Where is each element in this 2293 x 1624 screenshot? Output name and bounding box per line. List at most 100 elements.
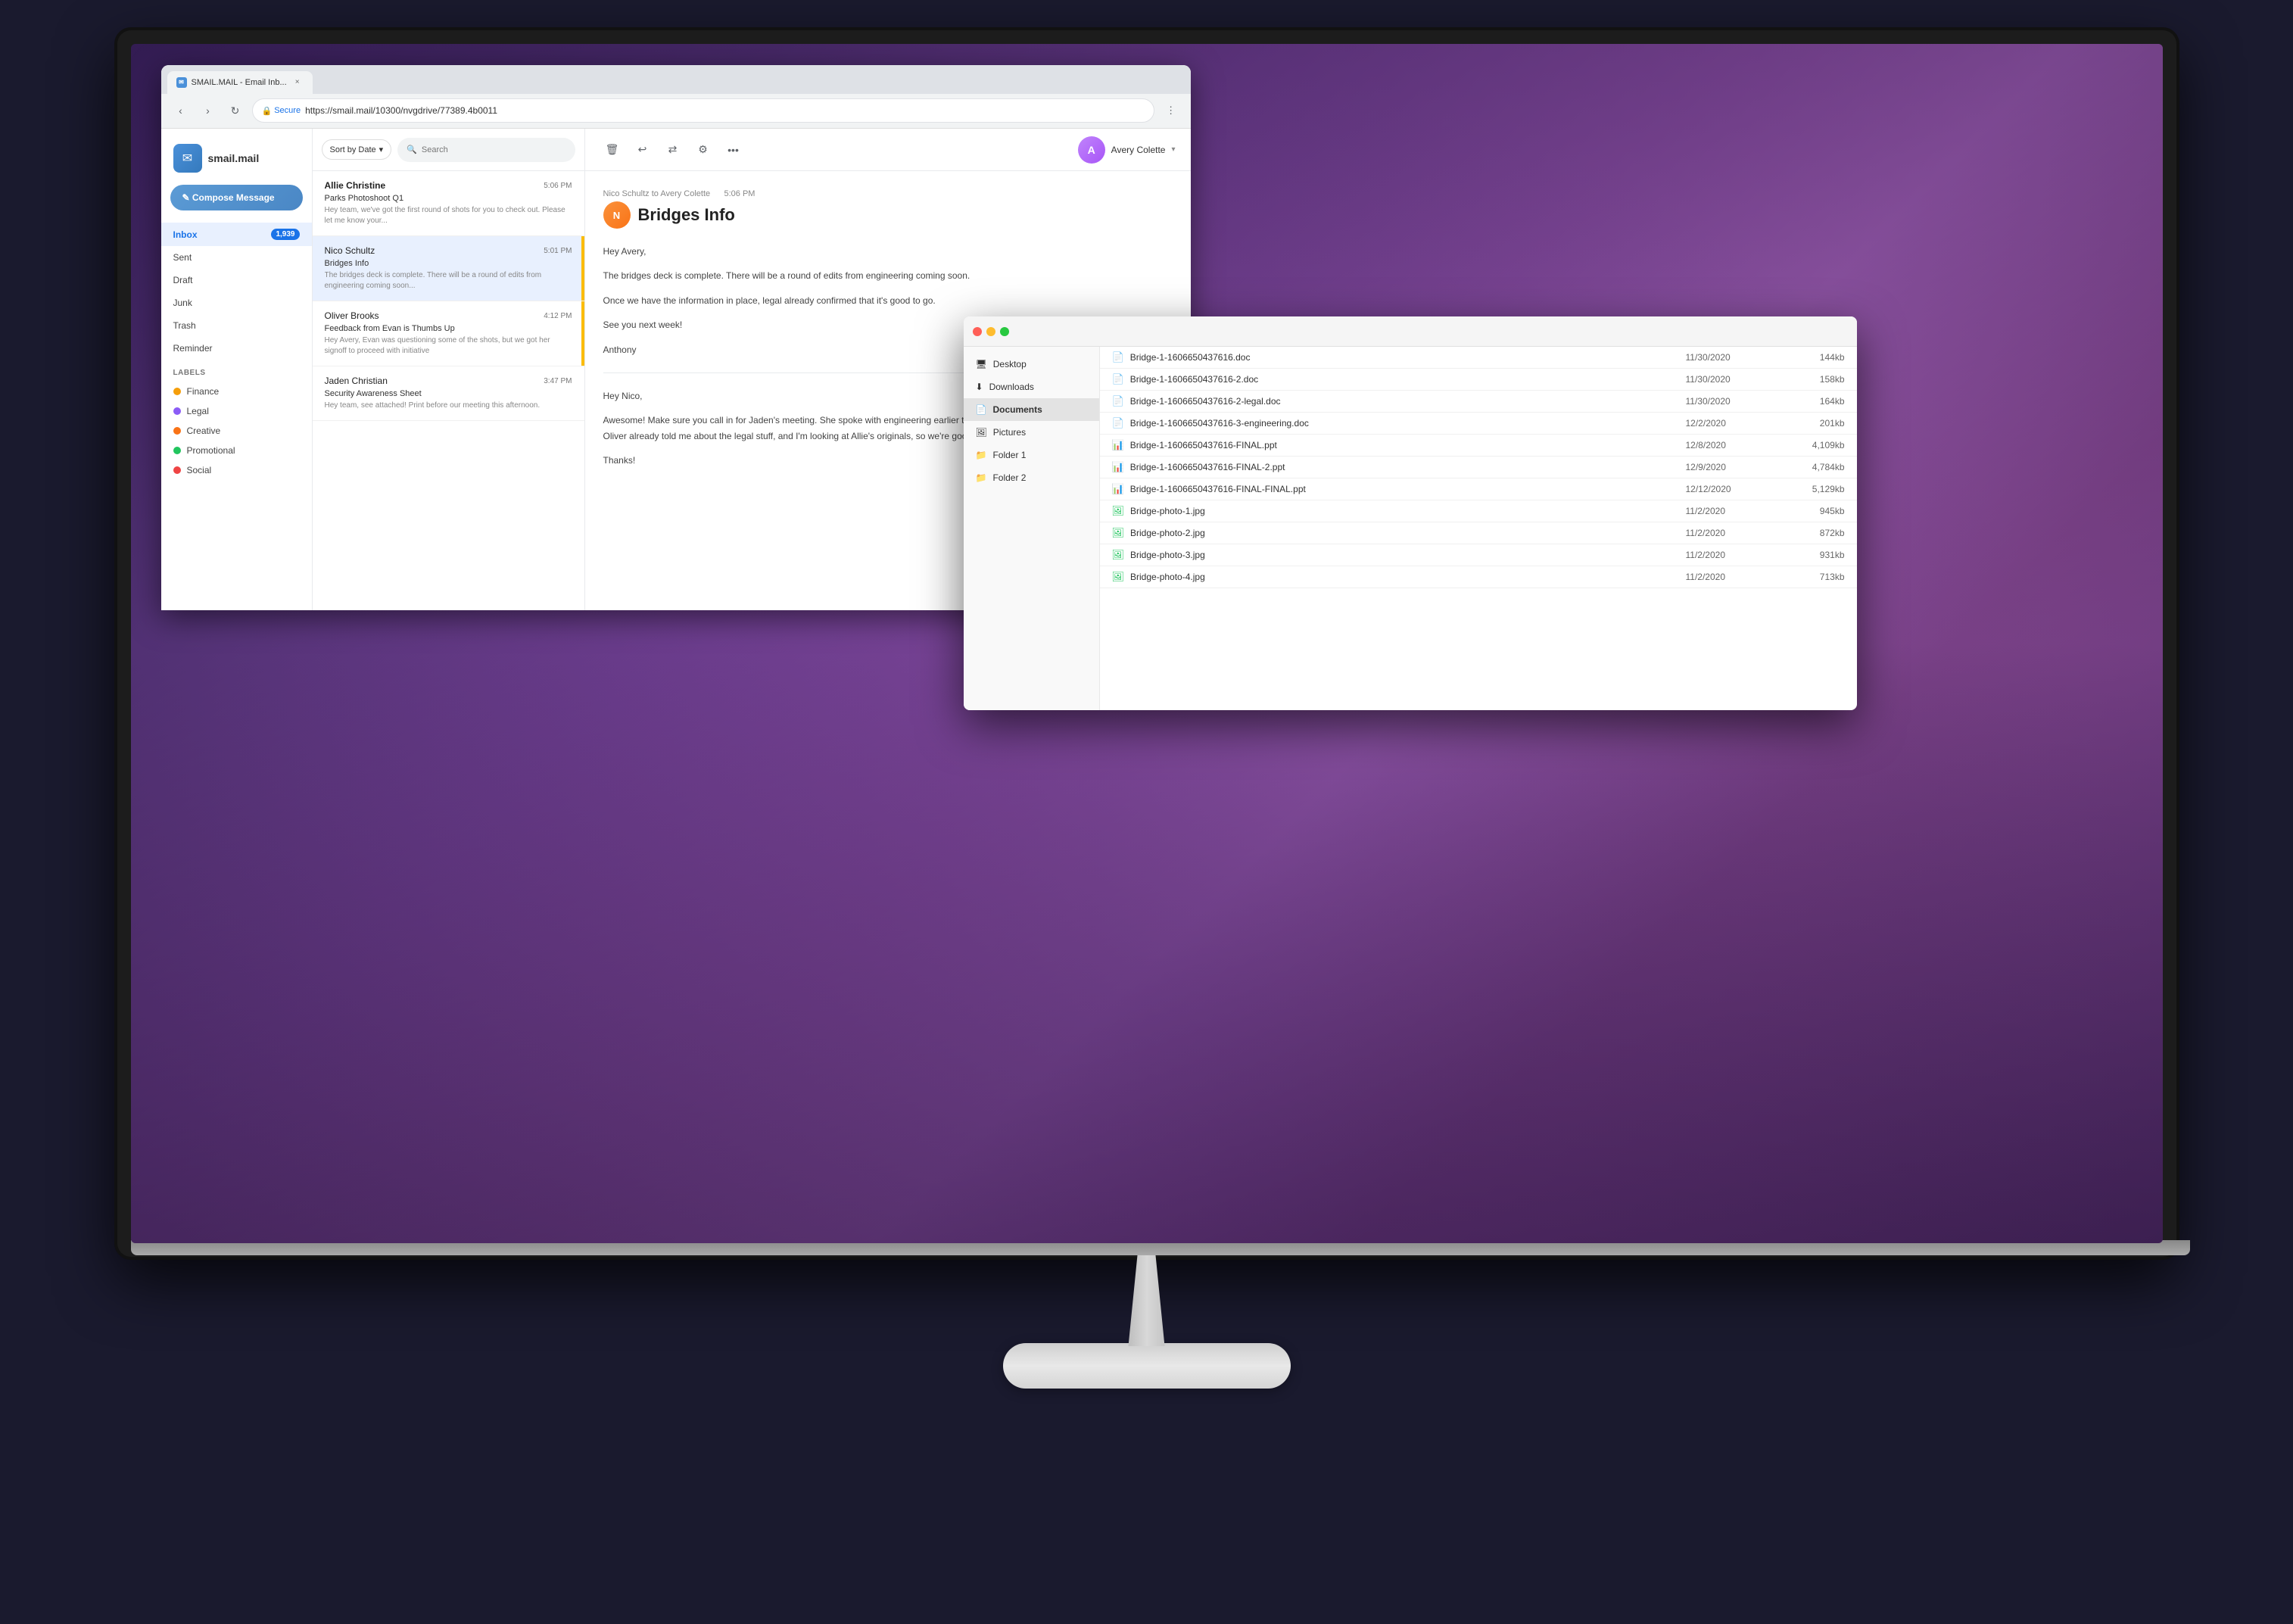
fm-nav-folder1[interactable]: 📁 Folder 1: [964, 444, 1099, 466]
file-size: 5,129kb: [1784, 484, 1845, 494]
email-view-toolbar: 🗑 ↩ ⇄ ⚙ ••• A Avery Colette ▾: [585, 129, 1191, 171]
sidebar-item-draft[interactable]: Draft: [161, 269, 312, 291]
fm-content: 📄 Bridge-1-1606650437616.doc 11/30/2020 …: [1100, 347, 1857, 710]
file-name: 🖼 Bridge-photo-2.jpg: [1112, 527, 1686, 539]
browser-controls: ‹ › ↻ 🔒 Secure https://smail.mail/10300/…: [161, 94, 1191, 128]
file-date: 12/9/2020: [1686, 462, 1784, 472]
sidebar-item-junk[interactable]: Junk: [161, 291, 312, 314]
app-logo: ✉ smail.mail: [161, 138, 312, 185]
label-creative[interactable]: Creative: [161, 421, 312, 441]
sender-avatar: N: [603, 201, 631, 229]
label-promotional[interactable]: Promotional: [161, 441, 312, 460]
email-item-4[interactable]: Jaden Christian 3:47 PM Security Awarene…: [313, 366, 584, 421]
fm-nav-desktop[interactable]: 🖥 Desktop: [964, 353, 1099, 376]
file-type-icon: 🖼: [1112, 527, 1125, 539]
user-dropdown-icon: ▾: [1171, 145, 1175, 154]
email-sender-1: Allie Christine: [325, 180, 386, 191]
settings-btn[interactable]: ⚙: [691, 138, 715, 162]
file-size: 158kb: [1784, 374, 1845, 385]
app-name: smail.mail: [208, 152, 260, 164]
folder2-icon: 📁: [976, 472, 987, 483]
browser-menu-btn[interactable]: ⋮: [1161, 100, 1182, 121]
file-size: 945kb: [1784, 506, 1845, 516]
file-row[interactable]: 🖼 Bridge-photo-4.jpg 11/2/2020 713kb: [1100, 566, 1857, 588]
back-btn[interactable]: ‹: [170, 100, 192, 121]
search-icon: 🔍: [407, 145, 417, 154]
undo-btn[interactable]: ↩: [631, 138, 655, 162]
monitor-stand: [1041, 1255, 1253, 1407]
search-box[interactable]: 🔍 Search: [397, 138, 575, 162]
compose-button[interactable]: ✎ Compose Message: [170, 185, 303, 210]
email-item-2[interactable]: Nico Schultz 5:01 PM Bridges Info The br…: [313, 236, 584, 301]
fm-nav-downloads[interactable]: ⬇ Downloads: [964, 376, 1099, 398]
file-row[interactable]: 📊 Bridge-1-1606650437616-FINAL.ppt 12/8/…: [1100, 435, 1857, 457]
email-item-header-2: Nico Schultz 5:01 PM: [325, 245, 572, 256]
file-name: 📄 Bridge-1-1606650437616-2-legal.doc: [1112, 395, 1686, 407]
inbox-label: Inbox: [173, 229, 198, 240]
tab-favicon: ✉: [176, 77, 187, 88]
sidebar-item-inbox[interactable]: Inbox 1,939: [161, 223, 312, 246]
label-legal[interactable]: Legal: [161, 401, 312, 421]
priority-indicator-3: [581, 301, 584, 366]
file-date: 11/30/2020: [1686, 352, 1784, 363]
address-bar[interactable]: 🔒 Secure https://smail.mail/10300/nvgdri…: [252, 98, 1154, 123]
file-row[interactable]: 📊 Bridge-1-1606650437616-FINAL-2.ppt 12/…: [1100, 457, 1857, 478]
file-date: 11/30/2020: [1686, 374, 1784, 385]
email-subject-4: Security Awareness Sheet: [325, 389, 572, 398]
fm-nav-documents[interactable]: 📄 Documents: [964, 398, 1099, 421]
user-avatar-btn[interactable]: A Avery Colette ▾: [1078, 136, 1176, 164]
search-placeholder: Search: [422, 145, 448, 154]
email-sender-2: Nico Schultz: [325, 245, 375, 256]
file-row[interactable]: 📄 Bridge-1-1606650437616.doc 11/30/2020 …: [1100, 347, 1857, 369]
label-finance[interactable]: Finance: [161, 382, 312, 401]
label-social[interactable]: Social: [161, 460, 312, 480]
fm-maximize-btn[interactable]: [1000, 327, 1009, 336]
file-manager-window: 🖥 Desktop ⬇ Downloads 📄 Documents 🖼: [964, 316, 1857, 710]
sidebar-item-sent[interactable]: Sent: [161, 246, 312, 269]
legal-dot: [173, 407, 181, 415]
fm-minimize-btn[interactable]: [986, 327, 995, 336]
sort-by-date-btn[interactable]: Sort by Date ▾: [322, 139, 392, 160]
browser-tab-bar: ✉ SMAIL.MAIL - Email Inb... ×: [161, 65, 1191, 94]
file-row[interactable]: 🖼 Bridge-photo-1.jpg 11/2/2020 945kb: [1100, 500, 1857, 522]
file-row[interactable]: 📊 Bridge-1-1606650437616-FINAL-FINAL.ppt…: [1100, 478, 1857, 500]
forward-email-btn[interactable]: ⇄: [661, 138, 685, 162]
sidebar-item-reminder[interactable]: Reminder: [161, 337, 312, 360]
fm-close-btn[interactable]: [973, 327, 982, 336]
fm-nav-folder2[interactable]: 📁 Folder 2: [964, 466, 1099, 489]
refresh-btn[interactable]: ↻: [225, 100, 246, 121]
file-size: 164kb: [1784, 396, 1845, 407]
file-name: 🖼 Bridge-photo-1.jpg: [1112, 505, 1686, 517]
email-item-3[interactable]: Oliver Brooks 4:12 PM Feedback from Evan…: [313, 301, 584, 366]
email-preview-1: Hey team, we've got the first round of s…: [325, 205, 572, 226]
email-item-header-3: Oliver Brooks 4:12 PM: [325, 310, 572, 321]
email-item-header-4: Jaden Christian 3:47 PM: [325, 376, 572, 386]
file-row[interactable]: 📄 Bridge-1-1606650437616-2.doc 11/30/202…: [1100, 369, 1857, 391]
stand-neck: [1124, 1255, 1170, 1346]
file-row[interactable]: 📄 Bridge-1-1606650437616-2-legal.doc 11/…: [1100, 391, 1857, 413]
downloads-icon: ⬇: [976, 382, 983, 392]
file-date: 11/2/2020: [1686, 572, 1784, 582]
file-size: 872kb: [1784, 528, 1845, 538]
file-size: 144kb: [1784, 352, 1845, 363]
file-row[interactable]: 📄 Bridge-1-1606650437616-3-engineering.d…: [1100, 413, 1857, 435]
fm-nav-pictures[interactable]: 🖼 Pictures: [964, 421, 1099, 444]
file-type-icon: 📄: [1112, 395, 1124, 407]
file-row[interactable]: 🖼 Bridge-photo-2.jpg 11/2/2020 872kb: [1100, 522, 1857, 544]
browser-tab[interactable]: ✉ SMAIL.MAIL - Email Inb... ×: [167, 71, 313, 94]
email-time-1: 5:06 PM: [544, 182, 572, 190]
forward-btn[interactable]: ›: [198, 100, 219, 121]
file-size: 931kb: [1784, 550, 1845, 560]
file-type-icon: 🖼: [1112, 549, 1125, 561]
sidebar-item-trash[interactable]: Trash: [161, 314, 312, 337]
stand-base: [1003, 1343, 1291, 1389]
user-avatar: A: [1078, 136, 1105, 164]
delete-btn[interactable]: 🗑: [600, 138, 625, 162]
tab-close-btn[interactable]: ×: [291, 76, 304, 89]
email-item-1[interactable]: Allie Christine 5:06 PM Parks Photoshoot…: [313, 171, 584, 236]
fm-titlebar: [964, 316, 1857, 347]
file-type-icon: 📊: [1112, 461, 1124, 473]
file-row[interactable]: 🖼 Bridge-photo-3.jpg 11/2/2020 931kb: [1100, 544, 1857, 566]
more-options-btn[interactable]: •••: [721, 138, 746, 162]
email-sender-4: Jaden Christian: [325, 376, 388, 386]
